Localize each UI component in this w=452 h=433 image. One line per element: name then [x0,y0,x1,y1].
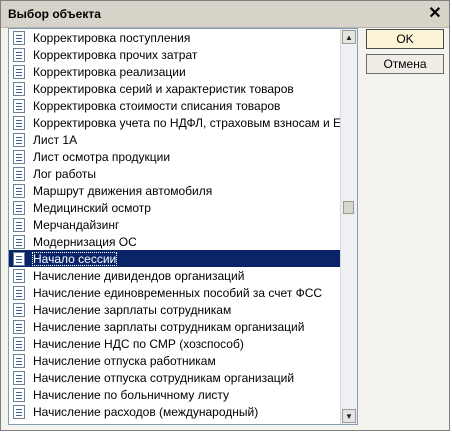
list-item-label: Корректировка прочих затрат [33,47,198,62]
object-picker-dialog: Выбор объекта ✕ Корректировка поступлени… [0,0,450,431]
document-list-icon [13,98,25,113]
document-list-icon [13,47,25,62]
list-item[interactable]: Корректировка учета по НДФЛ, страховым в… [9,114,357,131]
list-item[interactable]: Модернизация ОС [9,233,341,250]
list-item-label: Начало сессии [32,251,118,266]
document-list-icon [13,115,25,130]
document-list-icon [13,132,25,147]
window-title: Выбор объекта [8,7,101,21]
list-item-label: Начисление отпуска сотрудникам организац… [33,370,295,385]
object-list[interactable]: Корректировка поступления Корректировка п… [8,28,358,425]
list-item[interactable]: Корректировка стоимости списания товаров [9,97,341,114]
list-item-label: Начисление расходов (международный) [33,404,259,419]
list-item[interactable]: Лист осмотра продукции [9,148,341,165]
list-item-label: Лист осмотра продукции [33,149,171,164]
list-item[interactable]: Начисление отпуска сотрудникам организац… [9,369,341,386]
document-list-icon [13,353,25,368]
document-list-icon [13,30,25,45]
list-item-label: Начисление дивидендов организаций [33,268,245,283]
list-item-label: Лог работы [33,166,97,181]
list-item[interactable]: Корректировка прочих затрат [9,46,341,63]
list-item-label: Мерчандайзинг [33,217,120,232]
close-icon[interactable]: ✕ [427,5,443,22]
document-list-icon [13,81,25,96]
vertical-scrollbar[interactable]: ▲ ▼ [340,29,357,424]
document-list-icon [13,319,25,334]
scroll-up-button[interactable]: ▲ [342,30,356,44]
list-rows: Корректировка поступления Корректировка п… [9,29,357,420]
list-item[interactable]: Мерчандайзинг [9,216,341,233]
list-item-label: Корректировка серий и характеристик това… [33,81,294,96]
document-list-icon [13,387,25,402]
list-item[interactable]: Начисление по больничному листу [9,386,341,403]
title-bar: Выбор объекта ✕ [1,1,449,28]
document-list-icon [13,370,25,385]
list-item[interactable]: Начисление НДС по СМР (хозспособ) [9,335,341,352]
document-list-icon [13,200,25,215]
list-item[interactable]: Начисление дивидендов организаций [9,267,341,284]
document-list-icon [13,251,25,266]
list-item[interactable]: Начисление расходов (международный) [9,403,341,420]
cancel-button[interactable]: Отмена [366,54,444,74]
list-item-label: Маршрут движения автомобиля [33,183,213,198]
list-item-label: Начисление единовременных пособий за сче… [33,285,323,300]
list-item-label: Лист 1А [33,132,78,147]
list-item-label: Начисление НДС по СМР (хозспособ) [33,336,244,351]
list-item-label: Модернизация ОС [33,234,137,249]
list-item-label: Корректировка учета по НДФЛ, страховым в… [33,115,358,130]
list-item-label: Начисление зарплаты сотрудникам организа… [33,319,305,334]
document-list-icon [13,302,25,317]
document-list-icon [13,336,25,351]
document-list-icon [13,404,25,419]
list-item[interactable]: Маршрут движения автомобиля [9,182,341,199]
list-item[interactable]: Корректировка реализации [9,63,341,80]
ok-button[interactable]: OK [366,29,444,49]
document-list-icon [13,217,25,232]
list-item[interactable]: Начисление зарплаты сотрудникам организа… [9,318,341,335]
document-list-icon [13,149,25,164]
list-item[interactable]: Начисление зарплаты сотрудникам [9,301,341,318]
list-item-label: Корректировка реализации [33,64,186,79]
list-item[interactable]: Начисление единовременных пособий за сче… [9,284,341,301]
scroll-thumb[interactable] [343,201,354,214]
document-list-icon [13,285,25,300]
list-item-label: Корректировка поступления [33,30,191,45]
list-item-label: Корректировка стоимости списания товаров [33,98,281,113]
list-item[interactable]: Лог работы [9,165,341,182]
list-item[interactable]: Начисление отпуска работникам [9,352,341,369]
document-list-icon [13,64,25,79]
list-item-label: Начисление по больничному листу [33,387,230,402]
list-item-label: Медицинский осмотр [33,200,151,215]
document-list-icon [13,268,25,283]
list-item[interactable]: Корректировка серий и характеристик това… [9,80,341,97]
document-list-icon [13,166,25,181]
list-item-label: Начисление зарплаты сотрудникам [33,302,232,317]
scroll-down-button[interactable]: ▼ [342,409,356,423]
list-item-label: Начисление отпуска работникам [33,353,216,368]
list-item[interactable]: Медицинский осмотр [9,199,341,216]
document-list-icon [13,234,25,249]
list-item[interactable]: Лист 1А [9,131,341,148]
list-item[interactable]: Начало сессии [9,250,341,267]
document-list-icon [13,183,25,198]
list-item[interactable]: Корректировка поступления [9,29,341,46]
